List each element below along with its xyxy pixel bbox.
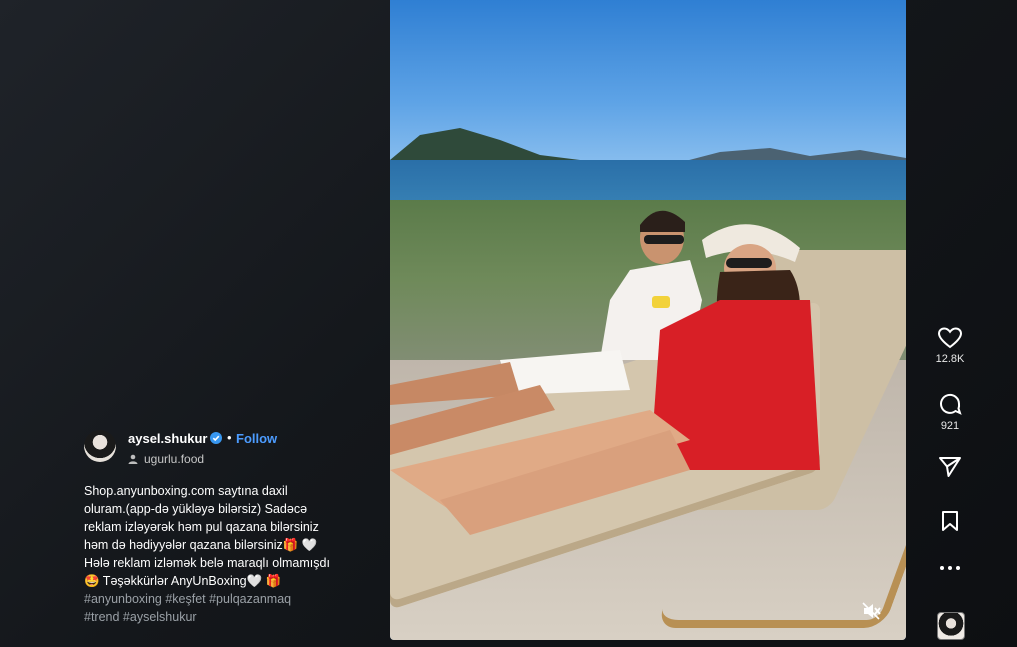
author-avatar[interactable] bbox=[84, 430, 116, 462]
author-username[interactable]: aysel.shukur bbox=[128, 431, 208, 446]
more-icon[interactable] bbox=[939, 565, 961, 571]
audio-source-label: ugurlu.food bbox=[144, 452, 205, 466]
post-hashtags[interactable]: #anyunboxing #keşfet #pulqazanmaq #trend… bbox=[84, 590, 374, 626]
video-people bbox=[390, 210, 820, 535]
like-action[interactable]: 12.8K bbox=[920, 327, 980, 365]
caption-line: reklam izləyərək həm pul qazana bilərsin… bbox=[84, 520, 319, 534]
caption-line: oluram.(app-də yükləyə bilərsiz) Sadəcə bbox=[84, 502, 308, 516]
audio-thumbnail[interactable] bbox=[937, 612, 965, 640]
heart-icon[interactable] bbox=[938, 327, 962, 349]
separator-dot: • bbox=[227, 430, 232, 445]
verified-badge-icon bbox=[210, 432, 222, 444]
caption-line: Hələ reklam izləmək belə maraqlı olmamış… bbox=[84, 556, 330, 570]
more-action[interactable] bbox=[920, 565, 980, 571]
comment-icon[interactable] bbox=[938, 392, 962, 416]
person-icon bbox=[128, 454, 138, 464]
post-info-panel: aysel.shukur • Follow ugurlu.food Shop.a… bbox=[0, 0, 390, 647]
audio-source[interactable]: ugurlu.food bbox=[128, 452, 204, 466]
caption-line: həm də hədiyyələr qazana bilərsiniz🎁 🤍 bbox=[84, 538, 318, 552]
share-icon[interactable] bbox=[938, 456, 962, 478]
reel-video[interactable] bbox=[390, 0, 906, 640]
comment-action[interactable]: 921 bbox=[920, 392, 980, 432]
hashtag-line[interactable]: #trend #ayselshukur bbox=[84, 608, 374, 626]
save-action[interactable] bbox=[920, 510, 980, 532]
post-caption: Shop.anyunboxing.com saytına daxil olura… bbox=[84, 482, 374, 590]
follow-button[interactable]: Follow bbox=[236, 431, 277, 446]
comments-count: 921 bbox=[940, 420, 960, 432]
bookmark-icon[interactable] bbox=[940, 510, 960, 532]
hashtag-line[interactable]: #anyunboxing #keşfet #pulqazanmaq bbox=[84, 590, 374, 608]
caption-line: 🤩 Təşəkkürlər AnyUnBoxing🤍 🎁 bbox=[84, 574, 282, 588]
share-action[interactable] bbox=[920, 456, 980, 478]
mute-icon[interactable] bbox=[860, 600, 882, 622]
caption-line: Shop.anyunboxing.com saytına daxil bbox=[84, 484, 288, 498]
likes-count: 12.8K bbox=[935, 353, 965, 365]
